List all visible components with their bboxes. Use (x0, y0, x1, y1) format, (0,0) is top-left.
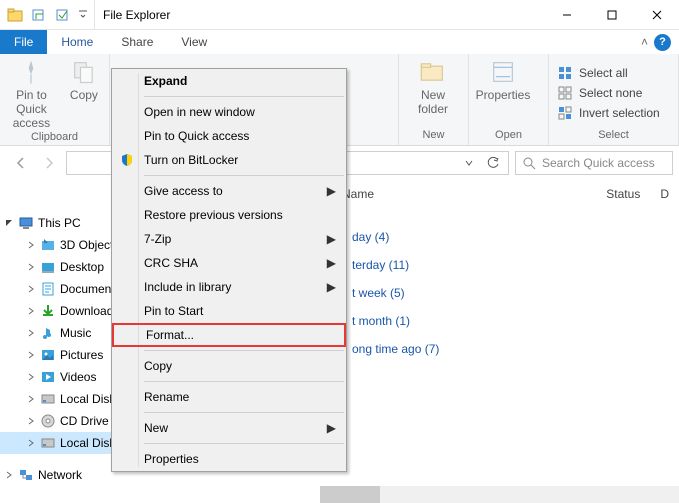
search-input[interactable]: Search Quick access (515, 151, 673, 175)
refresh-icon[interactable] (484, 156, 502, 170)
search-icon (522, 156, 536, 170)
ctx-expand[interactable]: Expand (112, 69, 346, 93)
folder-group[interactable]: t week (5) (352, 286, 667, 300)
ribbon-collapse-icon[interactable]: ˄ (641, 35, 648, 49)
ctx-open-new-window[interactable]: Open in new window (112, 100, 346, 124)
pin-quick-access-button[interactable]: Pin to Quick access (6, 58, 57, 130)
select-none-button[interactable]: Select none (555, 84, 672, 102)
folder-group[interactable]: t month (1) (352, 314, 667, 328)
column-date[interactable]: D (650, 187, 679, 201)
tree-item-icon (40, 369, 56, 385)
minimize-button[interactable] (544, 0, 589, 29)
group-select-label: Select (555, 128, 672, 141)
tree-item-icon (40, 391, 56, 407)
folder-group[interactable]: day (4) (352, 230, 667, 244)
tab-home[interactable]: Home (47, 30, 107, 54)
app-icon (4, 4, 26, 26)
submenu-arrow-icon: ▶ (327, 184, 336, 198)
context-menu: Expand Open in new window Pin to Quick a… (111, 68, 347, 472)
ctx-include-library[interactable]: Include in library▶ (112, 275, 346, 299)
group-open-label: Open (475, 128, 542, 141)
folder-group[interactable]: terday (11) (352, 258, 667, 272)
pc-icon (18, 215, 34, 231)
group-clipboard-label: Clipboard (6, 130, 103, 143)
help-icon[interactable]: ? (654, 34, 671, 51)
window-title: File Explorer (95, 8, 544, 22)
column-status[interactable]: Status (596, 187, 650, 201)
new-folder-button[interactable]: New folder (405, 58, 461, 116)
ctx-copy[interactable]: Copy (112, 354, 346, 378)
ctx-format[interactable]: Format... (112, 323, 346, 347)
ctx-bitlocker[interactable]: Turn on BitLocker (112, 148, 346, 172)
group-new-label: New (405, 128, 462, 141)
network-icon (18, 467, 34, 483)
tab-share[interactable]: Share (107, 30, 167, 54)
ctx-restore[interactable]: Restore previous versions (112, 203, 346, 227)
submenu-arrow-icon: ▶ (327, 421, 336, 435)
tree-item-icon (40, 347, 56, 363)
tree-item-icon (40, 303, 56, 319)
tree-item-icon (40, 435, 56, 451)
ctx-crcsha[interactable]: CRC SHA▶ (112, 251, 346, 275)
folder-group[interactable]: ong time ago (7) (352, 342, 667, 356)
ctx-rename[interactable]: Rename (112, 385, 346, 409)
address-dropdown-icon[interactable] (460, 158, 478, 168)
forward-button[interactable] (38, 152, 60, 174)
submenu-arrow-icon: ▶ (327, 280, 336, 294)
ctx-pin-quick[interactable]: Pin to Quick access (112, 124, 346, 148)
tree-item-icon (40, 325, 56, 341)
ctx-give-access[interactable]: Give access to▶ (112, 179, 346, 203)
tree-item-icon (40, 259, 56, 275)
qat-item-1[interactable] (28, 4, 50, 26)
horizontal-scrollbar[interactable] (320, 486, 679, 503)
tab-file[interactable]: File (0, 30, 47, 54)
submenu-arrow-icon: ▶ (327, 232, 336, 246)
ctx-7zip[interactable]: 7-Zip▶ (112, 227, 346, 251)
select-all-button[interactable]: Select all (555, 64, 672, 82)
qat-item-2[interactable] (52, 4, 74, 26)
ctx-properties[interactable]: Properties (112, 447, 346, 471)
tree-item-icon (40, 281, 56, 297)
submenu-arrow-icon: ▶ (327, 256, 336, 270)
back-button[interactable] (10, 152, 32, 174)
qat-dropdown[interactable] (76, 4, 90, 26)
invert-selection-button[interactable]: Invert selection (555, 104, 672, 122)
tree-item-icon (40, 413, 56, 429)
tree-item-icon (40, 237, 56, 253)
maximize-button[interactable] (589, 0, 634, 29)
close-button[interactable] (634, 0, 679, 29)
ctx-new[interactable]: New▶ (112, 416, 346, 440)
tab-view[interactable]: View (167, 30, 221, 54)
bitlocker-shield-icon (118, 153, 136, 167)
copy-button[interactable]: Copy (65, 58, 103, 102)
ctx-pin-start[interactable]: Pin to Start (112, 299, 346, 323)
properties-button[interactable]: Properties (475, 58, 531, 102)
